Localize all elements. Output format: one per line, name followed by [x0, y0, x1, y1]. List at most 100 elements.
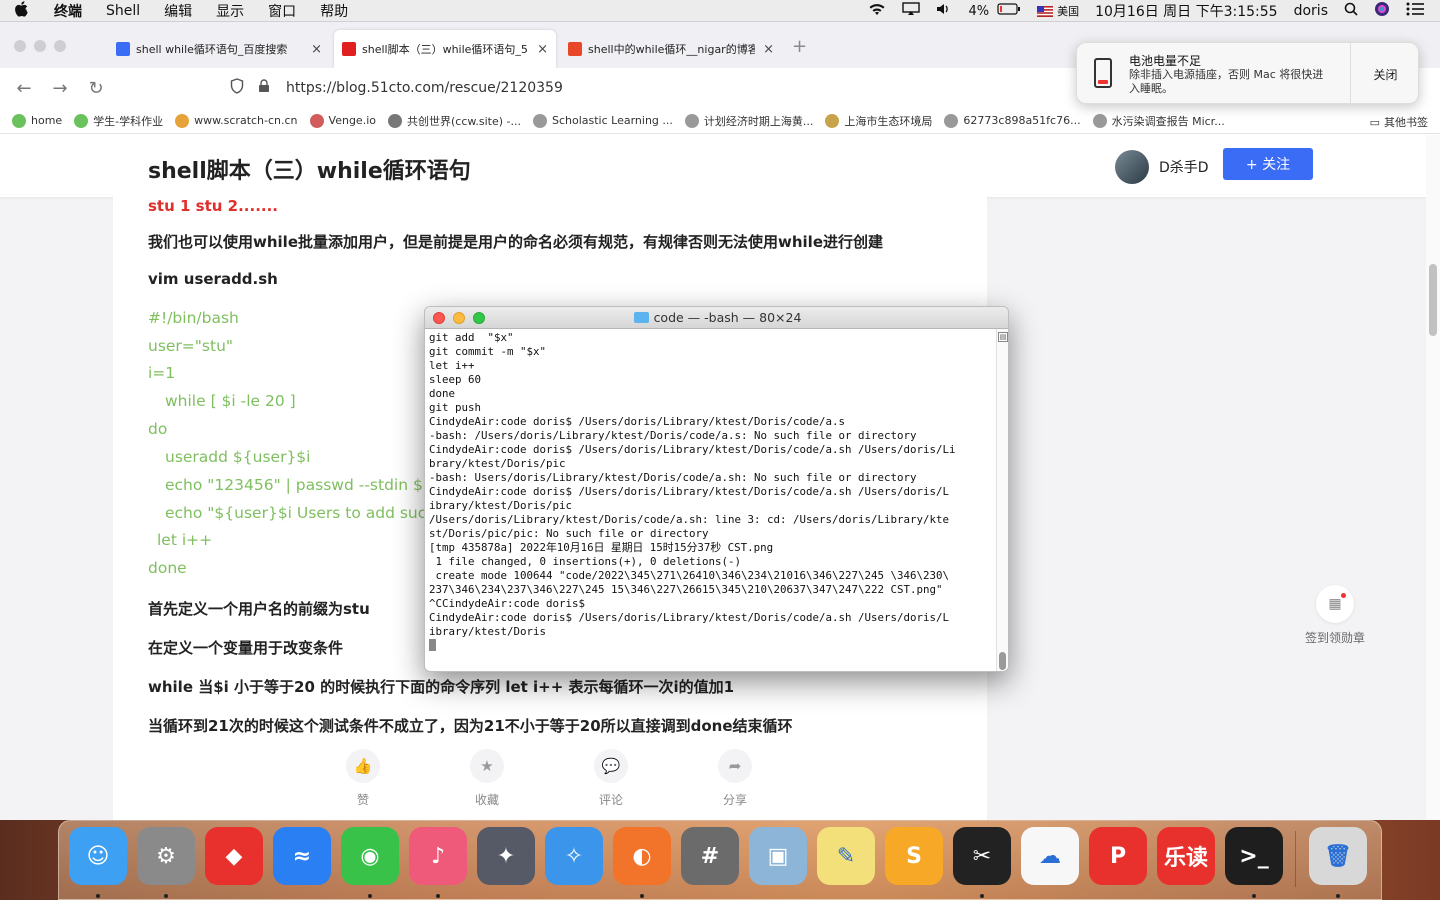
page-scrollbar[interactable]	[1426, 135, 1440, 820]
tab-51cto-article[interactable]: shell脚本（三）while循环语句_51 ×	[334, 30, 556, 68]
dock-lark-icon[interactable]: ≈	[273, 827, 331, 885]
close-tab-icon[interactable]: ×	[537, 42, 548, 57]
spotlight-search-icon[interactable]	[1336, 2, 1366, 20]
folder-icon	[633, 312, 649, 323]
51cto-icon	[342, 42, 356, 56]
paragraph: 首先定义一个用户名的前缀为stu	[148, 600, 370, 618]
dock-wechat-icon[interactable]: ◉	[341, 827, 399, 885]
notification-close-button[interactable]: 关闭	[1351, 43, 1420, 105]
battery-icon[interactable]	[997, 3, 1029, 19]
close-tab-icon[interactable]: ×	[311, 42, 322, 57]
dock-finder-icon[interactable]: ☺	[69, 827, 127, 885]
dock-terminal-icon[interactable]: >_	[1225, 827, 1283, 885]
menu-terminal[interactable]: 终端	[42, 1, 94, 21]
dock-calculator-icon[interactable]: #	[681, 827, 739, 885]
terminal-line: st/Doris/pic/pic: No such file or direct…	[429, 527, 709, 540]
minimize-window-button[interactable]	[34, 40, 46, 52]
new-tab-button[interactable]: +	[792, 36, 807, 57]
menu-shell[interactable]: Shell	[94, 3, 152, 19]
dock-running-indicator	[1336, 894, 1340, 898]
code-line: echo "${user}$i Users to add succe	[165, 504, 445, 522]
menu-help[interactable]: 帮助	[308, 1, 360, 21]
terminal-minimize-button[interactable]	[453, 312, 465, 324]
tab-csdn-blog[interactable]: shell中的while循环__nigar的博客 ×	[560, 30, 782, 68]
bookmark-item[interactable]: Scholastic Learning ...	[532, 113, 673, 128]
volume-icon[interactable]	[928, 2, 960, 20]
airplay-icon[interactable]	[894, 2, 928, 20]
shield-icon[interactable]	[230, 78, 250, 98]
bookmark-item[interactable]: 水污染调查报告 Micr...	[1092, 113, 1225, 129]
terminal-scrollbar-thumb[interactable]	[999, 652, 1006, 670]
follow-button[interactable]: + 关注	[1223, 148, 1313, 180]
article-header: shell脚本（三）while循环语句 D杀手D + 关注	[0, 135, 1426, 197]
code-line: user="stu"	[148, 337, 234, 355]
terminal-zoom-button[interactable]	[473, 312, 485, 324]
terminal-window[interactable]: code — -bash — 80×24 git add "$x" git com…	[424, 306, 1009, 672]
url-text[interactable]: https://blog.51cto.com/rescue/2120359	[286, 80, 563, 96]
menu-view[interactable]: 显示	[204, 1, 256, 21]
avatar[interactable]	[1115, 150, 1149, 184]
comment-button[interactable]: 💬 评论	[581, 749, 641, 808]
dock-ledu-icon[interactable]: 乐读	[1157, 827, 1215, 885]
author-info[interactable]: D杀手D	[1115, 150, 1209, 184]
dock-system-preferences-icon[interactable]: ⚙	[137, 827, 195, 885]
lock-icon[interactable]	[258, 79, 278, 97]
bookmark-item[interactable]: 上海市生态环境局	[825, 113, 932, 129]
author-name[interactable]: D杀手D	[1159, 157, 1209, 177]
terminal-scroll-up-icon[interactable]: ▤	[998, 332, 1008, 342]
clock[interactable]: 10月16日 周日 下午3:15:55	[1087, 1, 1286, 21]
dock-firefox-icon[interactable]: ◐	[613, 827, 671, 885]
page-scrollbar-thumb[interactable]	[1429, 264, 1437, 336]
terminal-title-bar[interactable]: code — -bash — 80×24	[425, 307, 1008, 329]
apple-menu-icon[interactable]	[14, 0, 42, 21]
zoom-window-button[interactable]	[54, 40, 66, 52]
terminal-scrollbar[interactable]	[996, 329, 1008, 671]
dock-capcut-icon[interactable]: ✂	[953, 827, 1011, 885]
bookmark-item[interactable]: www.scratch-cn.cn	[175, 113, 298, 128]
tab-baidu-search[interactable]: shell while循环语句_百度搜索 ×	[108, 30, 330, 68]
menu-window[interactable]: 窗口	[256, 1, 308, 21]
dock-preview-icon[interactable]: ▣	[749, 827, 807, 885]
bookmark-item[interactable]: 学生-学科作业	[74, 113, 163, 129]
bookmark-item[interactable]: 计划经济时期上海黄...	[684, 113, 813, 129]
siri-icon[interactable]	[1366, 1, 1398, 21]
dock-wps-icon[interactable]: P	[1089, 827, 1147, 885]
low-battery-notification[interactable]: 电池电量不足 除非插入电源插座，否则 Mac 将很快进入睡眠。 关闭	[1076, 42, 1420, 105]
dock-launchpad-icon[interactable]: ✦	[477, 827, 535, 885]
other-bookmarks-folder[interactable]: ▭ 其他书签	[1370, 114, 1428, 130]
terminal-output[interactable]: git add "$x" git commit -m "$x" let i++ sle…	[429, 331, 994, 671]
bookmark-favicon-icon	[532, 113, 547, 128]
dock-music-icon[interactable]: ♪	[409, 827, 467, 885]
notification-center-icon[interactable]	[1398, 2, 1440, 20]
checkin-badge-button[interactable]: ▦ 签到领勋章	[1303, 585, 1367, 646]
dock-stickies-icon[interactable]: ✎	[817, 827, 875, 885]
address-bar[interactable]: https://blog.51cto.com/rescue/2120359	[230, 72, 1080, 104]
back-arrow-icon[interactable]: ←	[6, 78, 42, 99]
wifi-icon[interactable]	[860, 3, 894, 20]
user-name[interactable]: doris	[1286, 3, 1336, 19]
calendar-icon: ▦	[1316, 585, 1354, 623]
tab-title: shell脚本（三）while循环语句_51	[362, 43, 530, 56]
bookmark-favicon-icon	[944, 113, 959, 128]
favorite-button[interactable]: ★ 收藏	[457, 749, 517, 808]
like-button[interactable]: 👍 赞	[333, 749, 393, 808]
close-window-button[interactable]	[14, 40, 26, 52]
forward-arrow-icon[interactable]: →	[42, 78, 78, 99]
terminal-line: brary/ktest/Doris/pic	[429, 457, 566, 470]
share-button[interactable]: ➦ 分享	[705, 749, 765, 808]
dock-running-indicator	[436, 894, 440, 898]
bookmark-item[interactable]: Venge.io	[309, 113, 376, 128]
bookmark-item[interactable]: 共创世界(ccw.site) -...	[387, 113, 521, 129]
reload-icon[interactable]: ↻	[78, 78, 114, 99]
input-method[interactable]: 美国	[1029, 3, 1087, 19]
close-tab-icon[interactable]: ×	[763, 42, 774, 57]
menu-edit[interactable]: 编辑	[152, 1, 204, 21]
dock-anydesk-icon[interactable]: ◆	[205, 827, 263, 885]
dock-scratch-icon[interactable]: S	[885, 827, 943, 885]
dock-trash-icon[interactable]: 🗑	[1309, 827, 1367, 885]
dock-safari-icon[interactable]: ✧	[545, 827, 603, 885]
bookmark-item[interactable]: home	[12, 113, 62, 128]
dock-baidu-netdisk-icon[interactable]: ☁	[1021, 827, 1079, 885]
terminal-close-button[interactable]	[433, 312, 445, 324]
bookmark-item[interactable]: 62773c898a51fc76...	[944, 113, 1081, 128]
